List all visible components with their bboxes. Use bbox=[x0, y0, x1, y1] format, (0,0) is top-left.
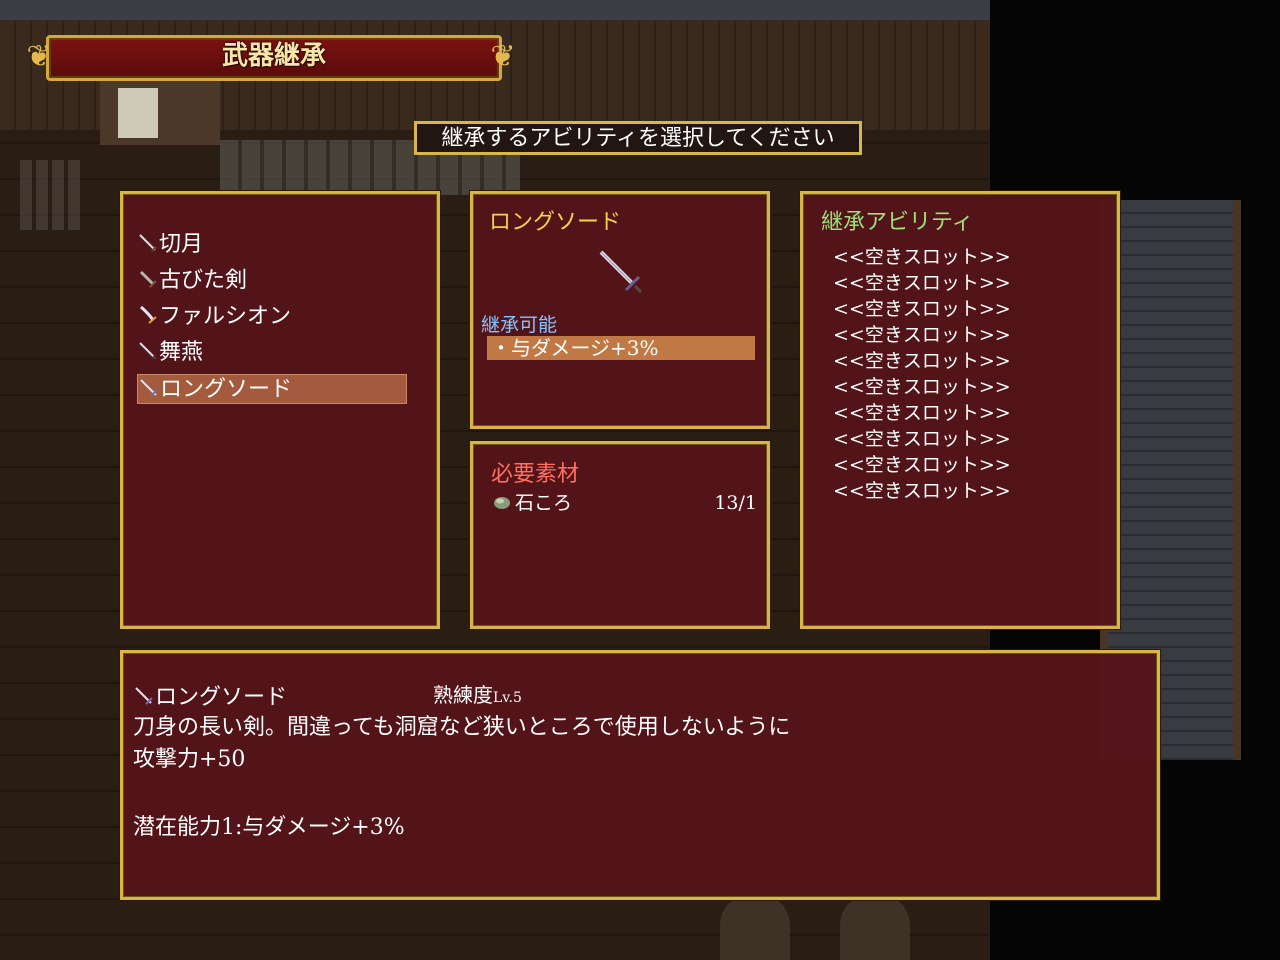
weapon-list-item[interactable]: 古びた剣 bbox=[137, 266, 407, 296]
description-text: 刀身の長い剣。間違っても洞窟など狭いところで使用しないように bbox=[133, 715, 791, 740]
katana-icon bbox=[139, 234, 157, 252]
weapon-list-item[interactable]: 舞燕 bbox=[137, 338, 407, 368]
ability-slot[interactable]: <<空きスロット>> bbox=[833, 426, 1011, 452]
wall-top bbox=[0, 0, 1000, 20]
weapon-list-item[interactable]: ファルシオン bbox=[137, 302, 407, 332]
weapon-list-window: 切月 古びた剣 ファルシオン 舞燕 ロングソード bbox=[120, 191, 440, 629]
barrel bbox=[840, 895, 910, 960]
material-name: 石ころ bbox=[515, 492, 573, 514]
proficiency: 熟練度Lv.5 bbox=[433, 679, 522, 708]
weapon-name-header: ロングソード bbox=[489, 210, 622, 235]
notice-paper bbox=[118, 88, 158, 138]
weapon-name: ロングソード bbox=[160, 377, 293, 402]
materials-window: 必要素材 石ころ 13/1 bbox=[470, 441, 770, 629]
proficiency-label: 熟練度 bbox=[433, 683, 493, 707]
ability-slot[interactable]: <<空きスロット>> bbox=[833, 374, 1011, 400]
weapon-name: ロングソード bbox=[155, 685, 288, 710]
old-sword-icon bbox=[139, 270, 157, 288]
weapon-detail-window: ロングソード 継承可能 ・与ダメージ+3% bbox=[470, 191, 770, 429]
longsword-icon bbox=[135, 687, 153, 705]
weapon-list-item-selected[interactable]: ロングソード bbox=[137, 374, 407, 404]
inheritable-label: 継承可能 bbox=[481, 314, 558, 336]
material-count: 13/1 bbox=[714, 492, 757, 514]
description-weapon-name: ロングソード bbox=[133, 679, 287, 711]
longsword-icon bbox=[599, 250, 643, 294]
ability-slot[interactable]: <<空きスロット>> bbox=[833, 322, 1011, 348]
weapon-list-item[interactable]: 切月 bbox=[137, 230, 407, 260]
ability-slot[interactable]: <<空きスロット>> bbox=[833, 348, 1011, 374]
longsword-icon bbox=[140, 379, 158, 397]
weapon-name: ファルシオン bbox=[159, 304, 292, 329]
weapon-name: 切月 bbox=[159, 232, 204, 257]
ability-slot[interactable]: <<空きスロット>> bbox=[833, 270, 1011, 296]
room-window bbox=[20, 160, 80, 230]
inheritable-ability-option[interactable]: ・与ダメージ+3% bbox=[487, 336, 755, 360]
ability-slot[interactable]: <<空きスロット>> bbox=[833, 400, 1011, 426]
inherited-ability-header: 継承アビリティ bbox=[821, 210, 974, 235]
description-window: ロングソード 熟練度Lv.5 刀身の長い剣。間違っても洞窟など狭いところで使用し… bbox=[120, 650, 1160, 900]
ability-slot[interactable]: <<空きスロット>> bbox=[833, 244, 1011, 270]
materials-header: 必要素材 bbox=[491, 462, 580, 487]
title-plate: ❦ ❦ 武器継承 bbox=[22, 32, 520, 82]
potential-ability: 潜在能力1:与ダメージ+3% bbox=[133, 815, 405, 840]
material-row: 石ころ 13/1 bbox=[493, 490, 757, 516]
ability-slot[interactable]: <<空きスロット>> bbox=[833, 478, 1011, 504]
screen-title: 武器継承 bbox=[221, 41, 326, 71]
falchion-icon bbox=[140, 305, 157, 324]
ability-slot[interactable]: <<空きスロット>> bbox=[833, 296, 1011, 322]
barrel bbox=[720, 895, 790, 960]
weapon-name: 舞燕 bbox=[159, 340, 204, 365]
instruction-prompt: 継承するアビリティを選択してください bbox=[414, 121, 862, 155]
katana-icon bbox=[139, 342, 157, 360]
attack-stat: 攻撃力+50 bbox=[133, 747, 246, 772]
ability-slot[interactable]: <<空きスロット>> bbox=[833, 452, 1011, 478]
inherited-ability-window: 継承アビリティ <<空きスロット>> <<空きスロット>> <<空きスロット>>… bbox=[800, 191, 1120, 629]
weapon-name: 古びた剣 bbox=[159, 268, 248, 293]
proficiency-level: Lv.5 bbox=[493, 690, 522, 706]
stone-icon bbox=[494, 497, 510, 509]
